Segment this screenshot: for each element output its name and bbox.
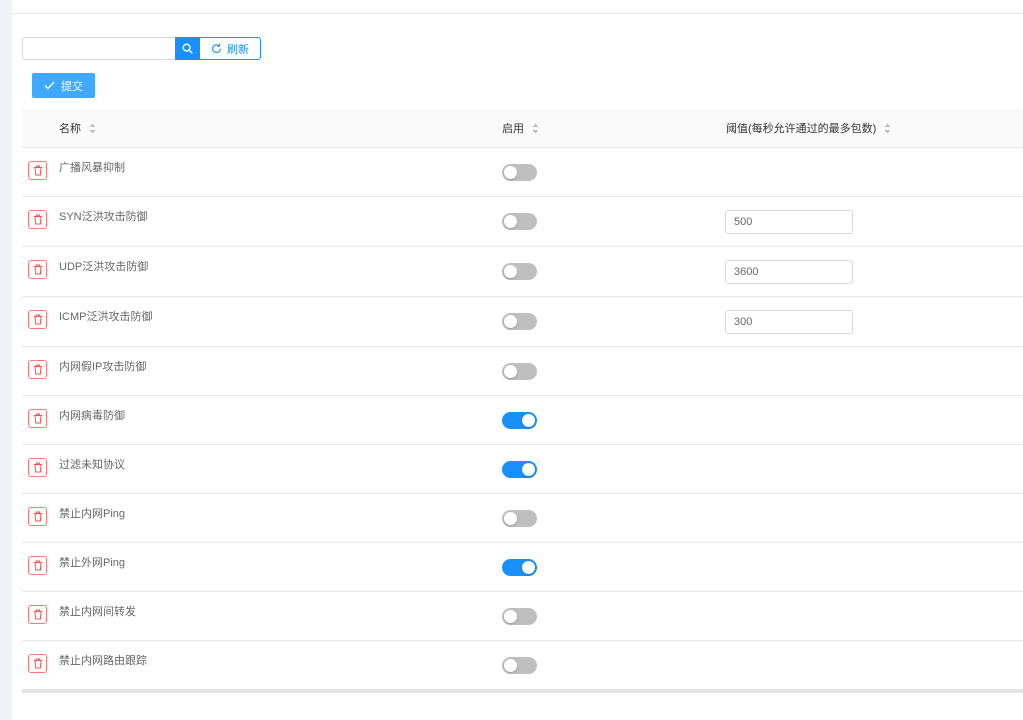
table-row: SYN泛洪攻击防御	[22, 197, 1023, 247]
sidebar-edge	[0, 0, 12, 720]
delete-button[interactable]	[28, 654, 47, 673]
refresh-label: 刷新	[227, 43, 249, 56]
rules-table: 名称 启用 阈值(每秒允许通过的最多包数) 广播风暴抑制 SYN泛洪攻击防御 U…	[22, 109, 1023, 693]
enable-toggle[interactable]	[502, 313, 537, 330]
trash-icon	[33, 364, 43, 375]
search-group: 刷新	[22, 37, 261, 60]
sort-icon[interactable]	[89, 123, 96, 134]
enable-toggle[interactable]	[502, 412, 537, 429]
rule-name: UDP泛洪攻击防御	[59, 261, 149, 273]
rule-name: 禁止外网Ping	[59, 557, 126, 569]
toggle-knob	[504, 166, 517, 179]
trash-icon	[33, 264, 43, 275]
enable-toggle[interactable]	[502, 608, 537, 625]
table-row: 禁止内网Ping	[22, 494, 1023, 543]
trash-icon	[33, 609, 43, 620]
horizontal-scrollbar[interactable]	[22, 690, 1023, 693]
rule-name: 内网假IP攻击防御	[59, 361, 147, 373]
enable-toggle[interactable]	[502, 510, 537, 527]
table-row: UDP泛洪攻击防御	[22, 247, 1023, 297]
sort-icon[interactable]	[884, 123, 891, 134]
toggle-knob	[504, 365, 517, 378]
check-icon	[44, 81, 55, 90]
delete-button[interactable]	[28, 409, 47, 428]
rule-name: ICMP泛洪攻击防御	[59, 311, 153, 323]
toggle-knob	[522, 561, 535, 574]
search-input[interactable]	[22, 37, 175, 60]
delete-button[interactable]	[28, 605, 47, 624]
trash-icon	[33, 511, 43, 522]
enable-toggle[interactable]	[502, 164, 537, 181]
delete-button[interactable]	[28, 310, 47, 329]
delete-button[interactable]	[28, 556, 47, 575]
delete-button[interactable]	[28, 210, 47, 229]
delete-button[interactable]	[28, 458, 47, 477]
column-header-label: 阈值(每秒允许通过的最多包数)	[726, 123, 877, 135]
trash-icon	[33, 658, 43, 669]
column-header-name[interactable]: 名称	[59, 109, 96, 147]
threshold-input[interactable]	[725, 310, 853, 334]
enable-toggle[interactable]	[502, 263, 537, 280]
toggle-knob	[504, 659, 517, 672]
enable-toggle[interactable]	[502, 363, 537, 380]
rule-name: 禁止内网间转发	[59, 606, 136, 618]
toggle-knob	[522, 414, 535, 427]
trash-icon	[33, 560, 43, 571]
trash-icon	[33, 314, 43, 325]
table-row: 禁止内网间转发	[22, 592, 1023, 641]
search-icon	[181, 43, 193, 54]
column-header-enabled[interactable]: 启用	[502, 109, 539, 147]
table-row: 禁止内网路由跟踪	[22, 641, 1023, 690]
top-bar	[12, 0, 1023, 14]
trash-icon	[33, 214, 43, 225]
trash-icon	[33, 413, 43, 424]
table-row: 过滤未知协议	[22, 445, 1023, 494]
column-header-label: 启用	[502, 123, 524, 135]
threshold-input[interactable]	[725, 210, 853, 234]
toggle-knob	[522, 463, 535, 476]
table-header: 名称 启用 阈值(每秒允许通过的最多包数)	[22, 109, 1023, 148]
table-row: 内网病毒防御	[22, 396, 1023, 445]
sort-icon[interactable]	[532, 123, 539, 134]
enable-toggle[interactable]	[502, 559, 537, 576]
enable-toggle[interactable]	[502, 461, 537, 478]
enable-toggle[interactable]	[502, 657, 537, 674]
toggle-knob	[504, 315, 517, 328]
enable-toggle[interactable]	[502, 213, 537, 230]
delete-button[interactable]	[28, 507, 47, 526]
toggle-knob	[504, 610, 517, 623]
trash-icon	[33, 165, 43, 176]
table-row: 内网假IP攻击防御	[22, 347, 1023, 396]
column-header-label: 名称	[59, 123, 81, 135]
toggle-knob	[504, 215, 517, 228]
rule-name: 过滤未知协议	[59, 459, 125, 471]
rule-name: 广播风暴抑制	[59, 162, 125, 174]
refresh-icon	[211, 43, 222, 54]
submit-button[interactable]: 提交	[32, 73, 95, 98]
table-row: 广播风暴抑制	[22, 148, 1023, 197]
submit-label: 提交	[61, 80, 83, 93]
trash-icon	[33, 462, 43, 473]
rule-name: 禁止内网路由跟踪	[59, 655, 147, 667]
toggle-knob	[504, 265, 517, 278]
rule-name: 禁止内网Ping	[59, 508, 126, 520]
column-header-threshold[interactable]: 阈值(每秒允许通过的最多包数)	[726, 109, 891, 147]
rule-name: 内网病毒防御	[59, 410, 125, 422]
refresh-button[interactable]: 刷新	[199, 37, 261, 60]
rule-name: SYN泛洪攻击防御	[59, 211, 148, 223]
table-row: ICMP泛洪攻击防御	[22, 297, 1023, 347]
table-row: 禁止外网Ping	[22, 543, 1023, 592]
delete-button[interactable]	[28, 260, 47, 279]
threshold-input[interactable]	[725, 260, 853, 284]
delete-button[interactable]	[28, 360, 47, 379]
search-button[interactable]	[175, 37, 199, 60]
toggle-knob	[504, 512, 517, 525]
delete-button[interactable]	[28, 161, 47, 180]
